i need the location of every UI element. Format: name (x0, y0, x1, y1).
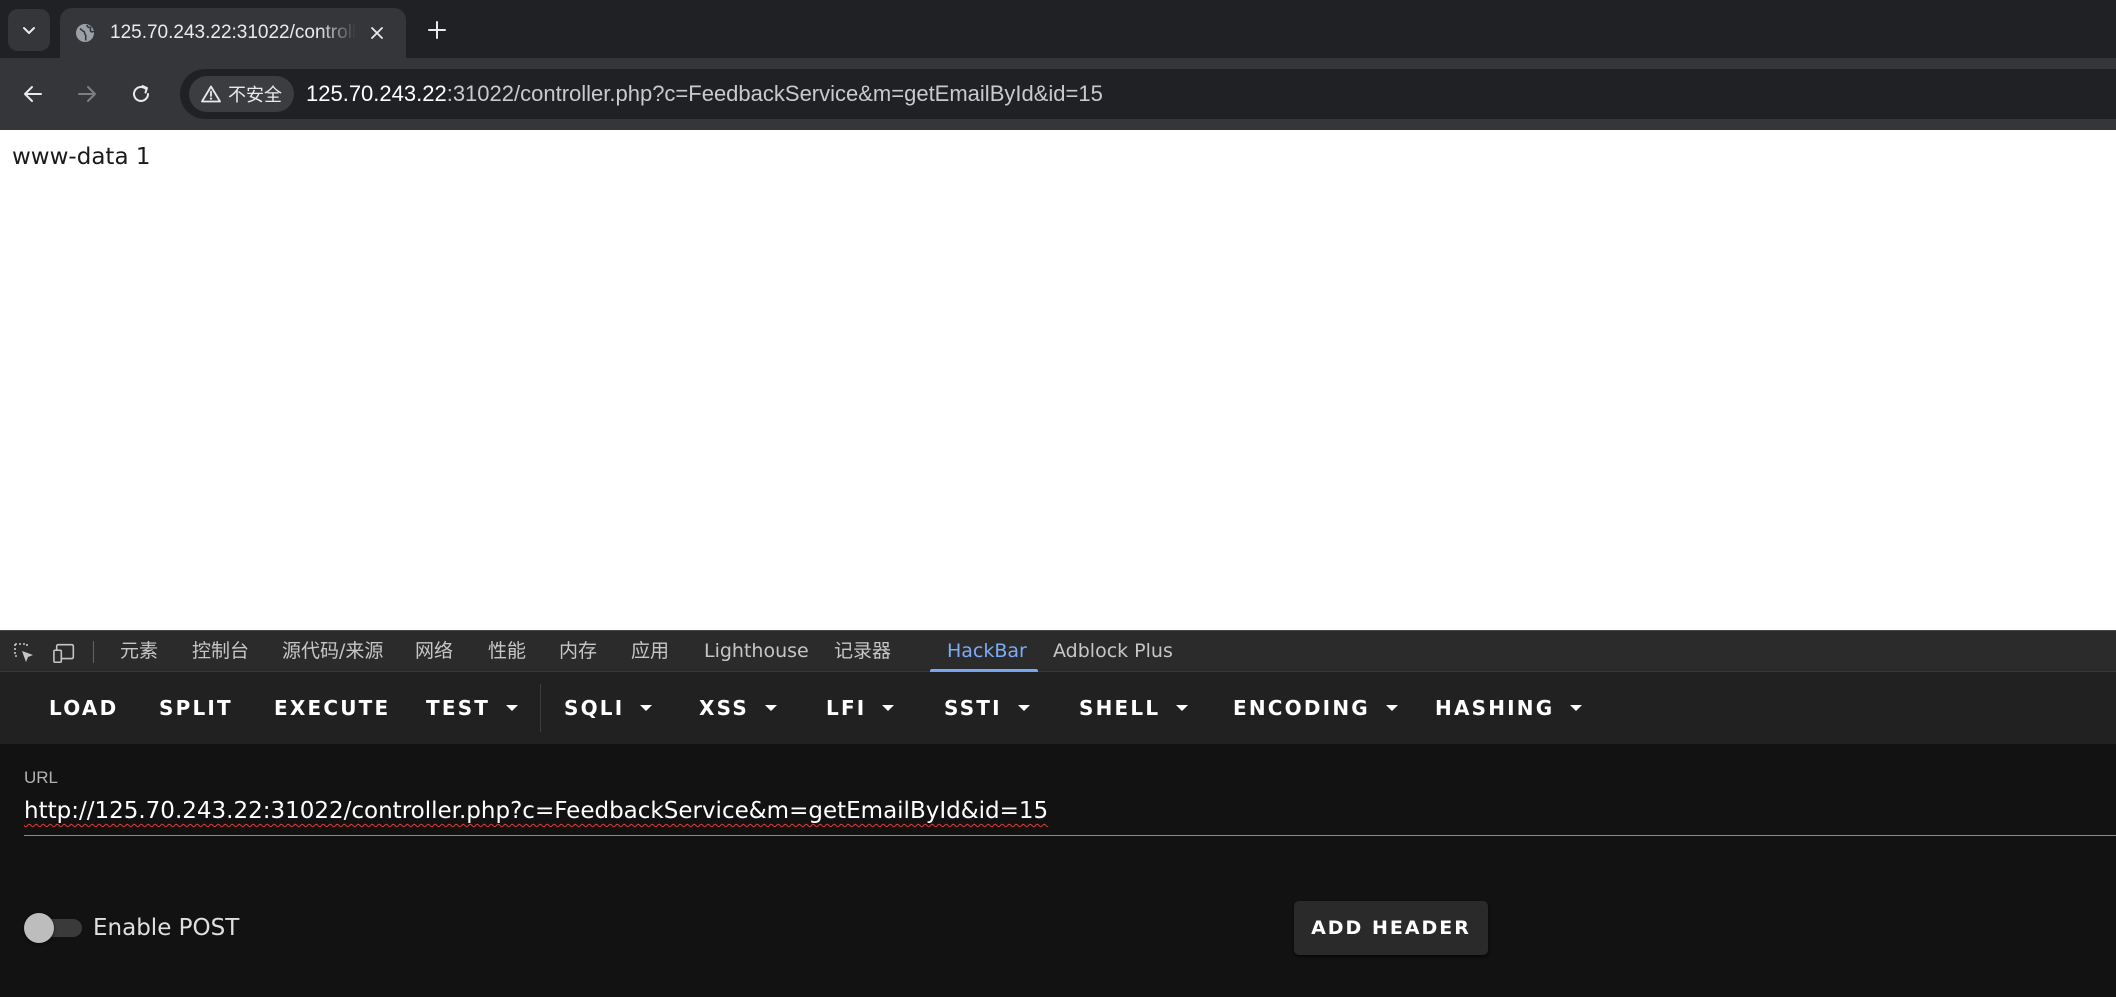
xss-label: XSS (699, 696, 749, 720)
reload-icon (133, 85, 149, 102)
shell-label: SHELL (1079, 696, 1161, 720)
chevron-down-icon (23, 27, 35, 34)
back-button[interactable] (16, 77, 50, 111)
tab-elements[interactable]: 元素 (120, 631, 158, 672)
warning-icon (201, 85, 221, 103)
ssti-label: SSTI (944, 696, 1002, 720)
url-input-value[interactable]: http://125.70.243.22:31022/controller.ph… (24, 798, 1048, 824)
execute-label: EXECUTE (274, 696, 391, 720)
hashing-menu-button[interactable]: HASHING (1435, 672, 1583, 744)
caret-down-icon (1176, 705, 1189, 711)
tab-strip: 125.70.243.22:31022/controller.php?c=Fee… (0, 0, 2116, 58)
caret-down-icon (1385, 705, 1398, 711)
tab-console[interactable]: 控制台 (192, 631, 249, 672)
forward-button[interactable] (70, 77, 104, 111)
hashing-label: HASHING (1435, 696, 1555, 720)
enable-post-toggle[interactable] (24, 912, 82, 943)
caret-down-icon (640, 705, 653, 711)
tab-close-button[interactable] (362, 18, 392, 48)
select-element-icon (14, 643, 33, 662)
tab-title: 125.70.243.22:31022/controller.php?c=Fee… (110, 22, 356, 43)
url-field-label: URL (24, 768, 59, 787)
test-menu-button[interactable]: TEST (426, 672, 519, 744)
toggle-knob (24, 913, 54, 943)
caret-down-icon (506, 705, 519, 711)
address-url[interactable]: 125.70.243.22:31022/controller.php?c=Fee… (306, 81, 1103, 107)
caret-down-icon (1570, 705, 1583, 711)
sqli-label: SQLI (564, 696, 625, 720)
load-button[interactable]: LOAD (49, 672, 118, 744)
close-icon (371, 27, 383, 39)
plus-icon (428, 21, 446, 39)
ssti-menu-button[interactable]: SSTI (944, 672, 1030, 744)
globe-icon (76, 24, 95, 42)
devtools-tab-bar: 元素 控制台 源代码/来源 网络 性能 内存 应用 Lighthouse 记录器… (0, 630, 2116, 672)
url-path: :31022/controller.php?c=FeedbackService&… (446, 81, 1103, 106)
browser-tab[interactable]: 125.70.243.22:31022/controller.php?c=Fee… (60, 8, 406, 58)
page-viewport: www-data 1 (0, 130, 2116, 630)
browser-toolbar: 不安全 125.70.243.22:31022/controller.php?c… (0, 58, 2116, 130)
lfi-menu-button[interactable]: LFI (826, 672, 895, 744)
sqli-menu-button[interactable]: SQLI (564, 672, 653, 744)
tab-memory[interactable]: 内存 (559, 631, 597, 672)
caret-down-icon (764, 705, 777, 711)
tab-recorder[interactable]: 记录器 (834, 631, 891, 672)
tab-hackbar[interactable]: HackBar (947, 631, 1027, 672)
enable-post-label: Enable POST (93, 915, 240, 941)
security-chip[interactable]: 不安全 (189, 76, 294, 112)
menu-separator (540, 684, 541, 732)
shell-menu-button[interactable]: SHELL (1079, 672, 1189, 744)
test-label: TEST (426, 696, 491, 720)
hackbar-body: URL http://125.70.243.22:31022/controlle… (0, 744, 2116, 997)
tab-search-button[interactable] (8, 9, 50, 51)
device-toolbar-button[interactable] (53, 641, 77, 665)
add-header-button[interactable]: ADD HEADER (1294, 901, 1488, 955)
arrow-left-icon (24, 86, 42, 102)
address-bar[interactable]: 不安全 125.70.243.22:31022/controller.php?c… (180, 69, 2116, 119)
security-label: 不安全 (228, 85, 282, 105)
reload-button[interactable] (124, 77, 158, 111)
arrow-right-icon (78, 86, 96, 102)
add-header-label: ADD HEADER (1311, 917, 1471, 939)
devtools-separator (93, 641, 94, 663)
lfi-label: LFI (826, 696, 867, 720)
xss-menu-button[interactable]: XSS (699, 672, 777, 744)
caret-down-icon (882, 705, 895, 711)
url-input[interactable]: http://125.70.243.22:31022/controller.ph… (24, 794, 2116, 836)
load-label: LOAD (49, 696, 119, 720)
tab-performance[interactable]: 性能 (488, 631, 526, 672)
page-body-text: www-data 1 (12, 144, 151, 170)
encoding-label: ENCODING (1233, 696, 1370, 720)
inspect-element-button[interactable] (12, 641, 36, 665)
execute-button[interactable]: EXECUTE (274, 672, 390, 744)
hackbar-menu: LOAD SPLIT EXECUTE TEST SQLI XSS LFI SST… (0, 672, 2116, 744)
tab-application[interactable]: 应用 (631, 631, 669, 672)
tab-sources[interactable]: 源代码/来源 (282, 631, 383, 672)
devtools-panel: 元素 控制台 源代码/来源 网络 性能 内存 应用 Lighthouse 记录器… (0, 630, 2116, 997)
url-host: 125.70.243.22 (306, 81, 447, 106)
tab-network[interactable]: 网络 (415, 631, 453, 672)
encoding-menu-button[interactable]: ENCODING (1233, 672, 1398, 744)
device-icon (53, 643, 75, 664)
new-tab-button[interactable] (420, 13, 454, 47)
split-label: SPLIT (159, 696, 233, 720)
tab-adblock-plus[interactable]: Adblock Plus (1053, 631, 1173, 672)
split-button[interactable]: SPLIT (159, 672, 233, 744)
caret-down-icon (1017, 705, 1030, 711)
tab-lighthouse[interactable]: Lighthouse (704, 631, 809, 672)
